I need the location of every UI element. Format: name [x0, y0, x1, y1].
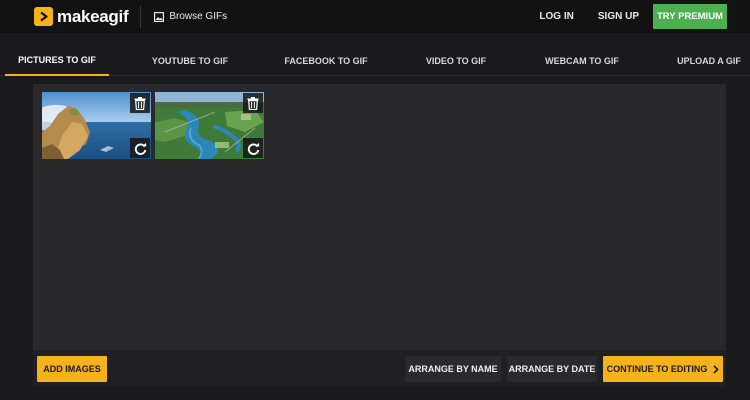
login-link[interactable]: LOG IN	[539, 11, 573, 22]
continue-to-editing-button[interactable]: CONTINUE TO EDITING	[603, 356, 723, 382]
tab-webcam-to-gif[interactable]: WEBCAM TO GIF	[536, 46, 628, 76]
rotate-image-button[interactable]	[130, 138, 150, 158]
image-icon	[154, 11, 165, 22]
logo[interactable]: makeagif	[34, 0, 129, 33]
delete-image-button[interactable]	[130, 93, 150, 113]
arrange-by-date-button[interactable]: ARRANGE BY DATE	[507, 356, 597, 382]
account-nav: LOG IN SIGN UP TRY PREMIUM	[539, 0, 750, 33]
try-premium-button[interactable]: TRY PREMIUM	[653, 4, 727, 29]
action-bar: ADD IMAGES ARRANGE BY NAME ARRANGE BY DA…	[33, 350, 726, 387]
tab-youtube-to-gif[interactable]: YOUTUBE TO GIF	[138, 46, 242, 76]
top-navigation: makeagif Browse GIFs LOG IN SIGN UP TRY …	[0, 0, 750, 33]
image-thumbnail[interactable]	[155, 92, 264, 159]
logo-text: makeagif	[57, 6, 129, 26]
rotate-icon	[134, 142, 146, 155]
rotate-icon	[247, 142, 259, 155]
conversion-tabs: PICTURES TO GIF YOUTUBE TO GIF FACEBOOK …	[0, 46, 750, 76]
browse-gifs-label: Browse GIFs	[169, 11, 228, 22]
add-images-button[interactable]: ADD IMAGES	[37, 356, 107, 382]
header-divider	[140, 5, 142, 28]
trash-icon	[247, 96, 259, 110]
continue-label: CONTINUE TO EDITING	[606, 364, 708, 374]
tab-facebook-to-gif[interactable]: FACEBOOK TO GIF	[272, 46, 380, 76]
browse-gifs-link[interactable]: Browse GIFs	[154, 11, 227, 22]
image-workspace	[33, 84, 726, 350]
signup-link[interactable]: SIGN UP	[598, 11, 639, 22]
delete-image-button[interactable]	[243, 93, 263, 113]
trash-icon	[134, 96, 146, 110]
logo-play-icon	[34, 7, 53, 26]
tab-video-to-gif[interactable]: VIDEO TO GIF	[415, 46, 497, 76]
rotate-image-button[interactable]	[243, 138, 263, 158]
chevron-right-icon	[713, 364, 720, 374]
arrange-by-name-button[interactable]: ARRANGE BY NAME	[405, 356, 501, 382]
tab-upload-a-gif[interactable]: UPLOAD A GIF	[668, 46, 750, 76]
image-thumbnail[interactable]	[42, 92, 151, 159]
tab-pictures-to-gif[interactable]: PICTURES TO GIF	[5, 46, 109, 76]
